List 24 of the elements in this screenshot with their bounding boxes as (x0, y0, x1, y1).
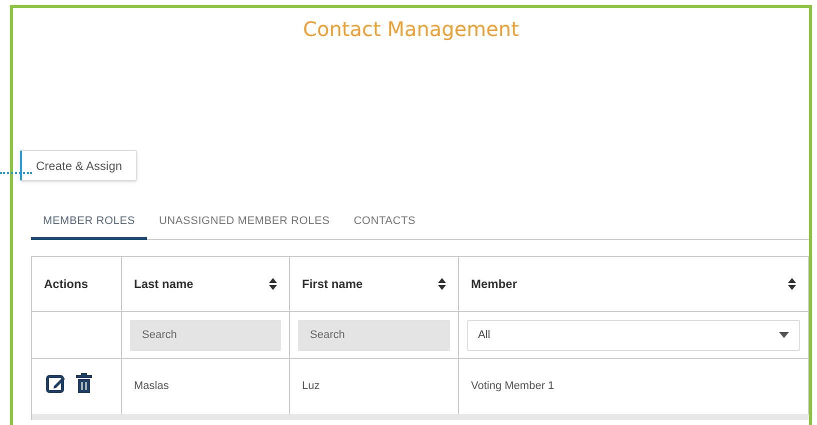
search-field[interactable]: Search (130, 320, 281, 350)
tab[interactable]: CONTACTS (342, 205, 428, 240)
column-header[interactable]: Member (459, 257, 809, 311)
tab[interactable]: MEMBER ROLES (31, 205, 147, 240)
column-header[interactable]: Last name (122, 257, 290, 311)
column-label: Actions (44, 276, 88, 293)
table-cell: Luz (302, 380, 320, 392)
tab[interactable]: UNASSIGNED MEMBER ROLES (146, 205, 342, 240)
sort-icon[interactable] (438, 278, 446, 290)
member-dropdown[interactable]: All (467, 320, 800, 350)
page-title: Contact Management (303, 16, 519, 43)
caret-icon (779, 332, 789, 338)
column-label: Member (471, 276, 518, 293)
search-field[interactable]: Search (298, 320, 450, 350)
sort-icon[interactable] (269, 278, 277, 290)
create-assign-button[interactable]: Create & Assign (20, 150, 138, 181)
column-label: Last name (134, 276, 194, 293)
table-cell: Maslas (134, 380, 169, 392)
table-cell: Voting Member 1 (471, 380, 554, 392)
trash-icon[interactable] (76, 373, 92, 393)
column-label: First name (302, 276, 363, 293)
column-header[interactable]: First name (290, 257, 459, 311)
sort-icon[interactable] (788, 278, 796, 290)
edit-icon[interactable] (46, 373, 66, 393)
